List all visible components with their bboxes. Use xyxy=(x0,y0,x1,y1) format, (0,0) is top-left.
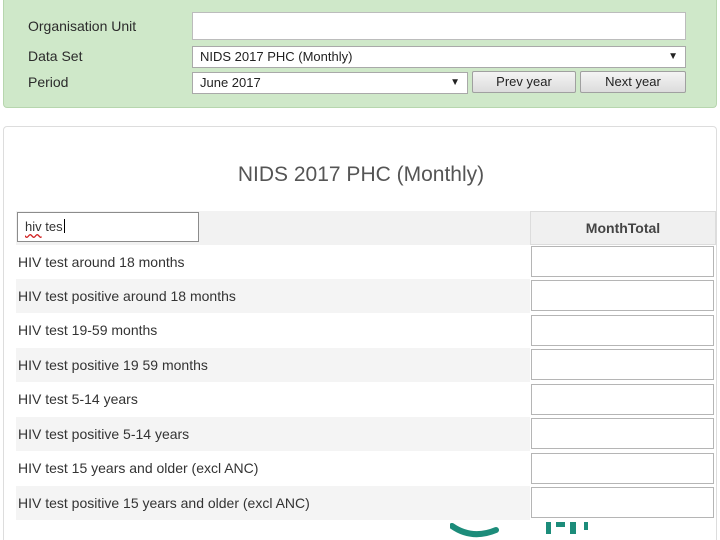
table-row: HIV test positive around 18 months xyxy=(16,279,530,313)
month-total-input[interactable] xyxy=(531,246,714,277)
table-row: HIV test positive 15 years and older (ex… xyxy=(16,486,530,520)
dataset-select[interactable]: NIDS 2017 PHC (Monthly) ▼ xyxy=(192,46,686,68)
filter-text-misspelled: hiv xyxy=(25,219,42,234)
month-total-input[interactable] xyxy=(531,384,714,415)
row-label: HIV test positive 15 years and older (ex… xyxy=(18,495,310,511)
dataset-label: Data Set xyxy=(28,48,83,64)
text-cursor xyxy=(63,219,65,233)
filter-input[interactable]: hiv tes xyxy=(17,212,199,242)
row-label: HIV test 5-14 years xyxy=(18,391,138,407)
row-label: HIV test 19-59 months xyxy=(18,322,158,338)
filter-text-rest: tes xyxy=(41,219,63,234)
column-header-monthtotal: MonthTotal xyxy=(530,211,716,245)
period-select[interactable]: June 2017 ▼ xyxy=(192,72,468,94)
selection-panel: Organisation Unit Data Set NIDS 2017 PHC… xyxy=(3,0,717,108)
next-year-button[interactable]: Next year xyxy=(580,71,686,93)
month-total-input[interactable] xyxy=(531,315,714,346)
row-label: HIV test positive around 18 months xyxy=(18,288,236,304)
org-unit-label: Organisation Unit xyxy=(28,18,137,34)
row-label: HIV test 15 years and older (excl ANC) xyxy=(18,460,259,476)
period-selected-value: June 2017 xyxy=(200,75,261,90)
month-total-input[interactable] xyxy=(531,280,714,311)
org-unit-input[interactable] xyxy=(192,12,686,40)
logo-icon xyxy=(450,522,610,540)
table-row: HIV test positive 5-14 years xyxy=(16,417,530,451)
dataset-selected-value: NIDS 2017 PHC (Monthly) xyxy=(200,49,353,64)
dropdown-arrow-icon: ▼ xyxy=(450,77,460,88)
table-row: HIV test 19-59 months xyxy=(16,313,530,347)
data-entry-form: NIDS 2017 PHC (Monthly) hiv tes MonthTot… xyxy=(3,126,717,540)
table-row: HIV test 15 years and older (excl ANC) xyxy=(16,451,530,485)
month-total-input[interactable] xyxy=(531,418,714,449)
month-total-input[interactable] xyxy=(531,487,714,518)
table-row: HIV test positive 19 59 months xyxy=(16,348,530,382)
prev-year-button[interactable]: Prev year xyxy=(472,71,576,93)
page: Organisation Unit Data Set NIDS 2017 PHC… xyxy=(0,0,720,540)
table-row: HIV test 5-14 years xyxy=(16,382,530,416)
period-label: Period xyxy=(28,74,69,90)
row-label: HIV test around 18 months xyxy=(18,254,185,270)
table-row: HIV test around 18 months xyxy=(16,245,530,279)
month-total-input[interactable] xyxy=(531,349,714,380)
form-title: NIDS 2017 PHC (Monthly) xyxy=(237,163,485,186)
month-total-input[interactable] xyxy=(531,453,714,484)
dropdown-arrow-icon: ▼ xyxy=(668,51,678,62)
row-label: HIV test positive 19 59 months xyxy=(18,357,208,373)
row-label: HIV test positive 5-14 years xyxy=(18,426,190,442)
